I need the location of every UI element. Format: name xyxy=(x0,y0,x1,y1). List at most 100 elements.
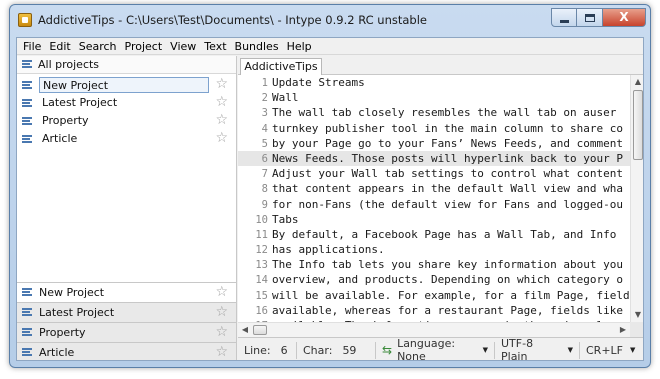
star-icon[interactable]: ☆ xyxy=(215,324,228,341)
code-line[interactable]: 12 has applications. xyxy=(238,242,630,257)
project-tabs: New Project ☆ Latest Project ☆ Property … xyxy=(17,282,236,360)
line-text: The Info tab lets you share key informat… xyxy=(272,258,623,272)
code-line[interactable]: 13 The Info tab lets you share key inform… xyxy=(238,257,630,272)
code-line[interactable]: 7 Adjust your Wall tab settings to contro… xyxy=(238,166,630,181)
chevron-down-icon: ▼ xyxy=(567,346,573,354)
code-line[interactable]: 10 Tabs xyxy=(238,212,630,227)
list-icon xyxy=(22,288,32,297)
project-tab-latest-project[interactable]: Latest Project ☆ xyxy=(17,302,236,322)
project-item-new-project[interactable]: New Project ☆ xyxy=(17,76,236,94)
code-line[interactable]: 9 for non-Fans (the default view for Fans… xyxy=(238,197,630,212)
scroll-right-icon[interactable]: ▶ xyxy=(616,323,630,337)
code-line[interactable]: 11 By default, a Facebook Page has a Wall… xyxy=(238,227,630,242)
project-tab-label: Latest Project xyxy=(39,306,115,319)
list-icon xyxy=(22,60,32,69)
close-button[interactable]: X xyxy=(603,8,646,27)
line-text: by your Page go to your Fans’ News Feeds… xyxy=(272,136,623,150)
menu-project[interactable]: Project xyxy=(125,40,163,53)
star-icon[interactable]: ☆ xyxy=(215,76,228,93)
code-line[interactable]: 1 Update Streams xyxy=(238,75,630,90)
list-icon xyxy=(22,308,32,317)
code-line[interactable]: 8 that content appears in the default Wal… xyxy=(238,181,630,196)
code-line[interactable]: 15 will be available. For example, for a … xyxy=(238,288,630,303)
list-icon xyxy=(22,328,32,337)
project-item-label: Article xyxy=(42,132,78,145)
project-tab-article[interactable]: Article ☆ xyxy=(17,342,236,360)
line-number: 3 xyxy=(261,107,268,120)
encoding-selector[interactable]: UTF-8 Plain ▼ xyxy=(495,337,579,360)
list-icon xyxy=(22,80,32,90)
line-value: 6 xyxy=(280,343,288,357)
line-text: available, whereas for a restaurant Page… xyxy=(272,303,623,317)
app-window: AddictiveTips - C:\Users\Test\Documents\… xyxy=(9,4,651,368)
text-editor[interactable]: 1 Update Streams 2 Wall 3 The wall tab closel… xyxy=(238,75,630,322)
menu-text[interactable]: Text xyxy=(204,40,226,53)
title-bar[interactable]: AddictiveTips - C:\Users\Test\Documents\… xyxy=(10,5,650,35)
client-area: File Edit Search Project View Text Bundl… xyxy=(16,37,644,361)
project-tab-label: Property xyxy=(39,326,86,339)
all-projects-header[interactable]: All projects xyxy=(17,56,236,74)
list-icon xyxy=(22,98,32,108)
star-icon[interactable]: ☆ xyxy=(215,304,228,321)
scroll-down-icon[interactable]: ▼ xyxy=(631,308,643,322)
line-number: 8 xyxy=(261,183,268,196)
line-text: for non-Fans (the default view for Fans … xyxy=(272,197,623,211)
project-tab-label: Article xyxy=(39,346,75,359)
menu-help[interactable]: Help xyxy=(287,40,312,53)
menu-file[interactable]: File xyxy=(23,40,41,53)
vertical-scrollbar[interactable]: ▲ ▼ xyxy=(630,75,643,322)
line-number: 11 xyxy=(255,228,268,241)
line-ending-selector[interactable]: CR+LF ▼ xyxy=(580,338,642,360)
status-bar: Line: 6 Char: 59 ⇆ Language: None ▼ UTF-… xyxy=(238,337,643,360)
line-number: 7 xyxy=(261,168,268,181)
minimize-icon xyxy=(560,20,569,23)
project-list: New Project ☆ Latest Project ☆ Property … xyxy=(17,74,236,148)
star-icon[interactable]: ☆ xyxy=(215,344,228,360)
code-line[interactable]: 14 overview, and products. Depending on w… xyxy=(238,272,630,287)
editor-pane: AddictiveTips 1 Update Streams 2 Wall 3 The w… xyxy=(238,56,643,360)
code-line[interactable]: 5 by your Page go to your Fans’ News Feed… xyxy=(238,136,630,151)
maximize-button[interactable] xyxy=(577,8,603,27)
star-icon[interactable]: ☆ xyxy=(215,94,228,111)
char-indicator: Char: 59 xyxy=(297,338,375,360)
project-item-latest-project[interactable]: Latest Project ☆ xyxy=(17,94,236,112)
code-line[interactable]: 2 Wall xyxy=(238,90,630,105)
vertical-scroll-thumb[interactable] xyxy=(633,90,643,160)
menu-edit[interactable]: Edit xyxy=(49,40,70,53)
horizontal-scroll-thumb[interactable] xyxy=(253,325,267,335)
code-line[interactable]: 16 available, whereas for a restaurant Pa… xyxy=(238,303,630,318)
project-item-article[interactable]: Article ☆ xyxy=(17,130,236,148)
project-item-property[interactable]: Property ☆ xyxy=(17,112,236,130)
maximize-icon xyxy=(585,14,595,22)
minimize-button[interactable] xyxy=(551,8,577,27)
menu-search[interactable]: Search xyxy=(79,40,117,53)
project-item-label: New Project xyxy=(39,77,209,93)
scroll-up-icon[interactable]: ▲ xyxy=(631,75,643,89)
line-text: turnkey publisher tool in the main colum… xyxy=(272,121,623,135)
horizontal-scrollbar[interactable]: ◀ ▶ xyxy=(238,322,630,337)
line-number: 5 xyxy=(261,137,268,150)
menu-view[interactable]: View xyxy=(170,40,196,53)
list-icon xyxy=(22,134,32,144)
code-line[interactable]: 4 turnkey publisher tool in the main colu… xyxy=(238,121,630,136)
line-text: has applications. xyxy=(272,243,385,257)
star-icon[interactable]: ☆ xyxy=(215,112,228,129)
code-line[interactable]: 3 The wall tab closely resembles the wall… xyxy=(238,105,630,120)
project-tab-new-project[interactable]: New Project ☆ xyxy=(17,282,236,302)
close-icon: X xyxy=(619,10,629,24)
char-value: 59 xyxy=(342,343,357,357)
star-icon[interactable]: ☆ xyxy=(215,284,228,301)
window-title: AddictiveTips - C:\Users\Test\Documents\… xyxy=(38,13,428,27)
menu-bar: File Edit Search Project View Text Bundl… xyxy=(17,38,643,55)
star-icon[interactable]: ☆ xyxy=(215,130,228,147)
code-line[interactable]: 6 News Feeds. Those posts will hyperlink … xyxy=(238,150,630,167)
menu-bundles[interactable]: Bundles xyxy=(235,40,279,53)
language-selector[interactable]: ⇆ Language: None ▼ xyxy=(376,337,494,360)
line-text: Adjust your Wall tab settings to control… xyxy=(272,167,623,181)
line-number: 14 xyxy=(255,274,268,287)
document-tab[interactable]: AddictiveTips xyxy=(240,58,322,75)
line-ending-value: CR+LF xyxy=(586,343,623,357)
line-number: 16 xyxy=(255,304,268,317)
project-tab-property[interactable]: Property ☆ xyxy=(17,322,236,342)
scroll-left-icon[interactable]: ◀ xyxy=(238,323,252,337)
